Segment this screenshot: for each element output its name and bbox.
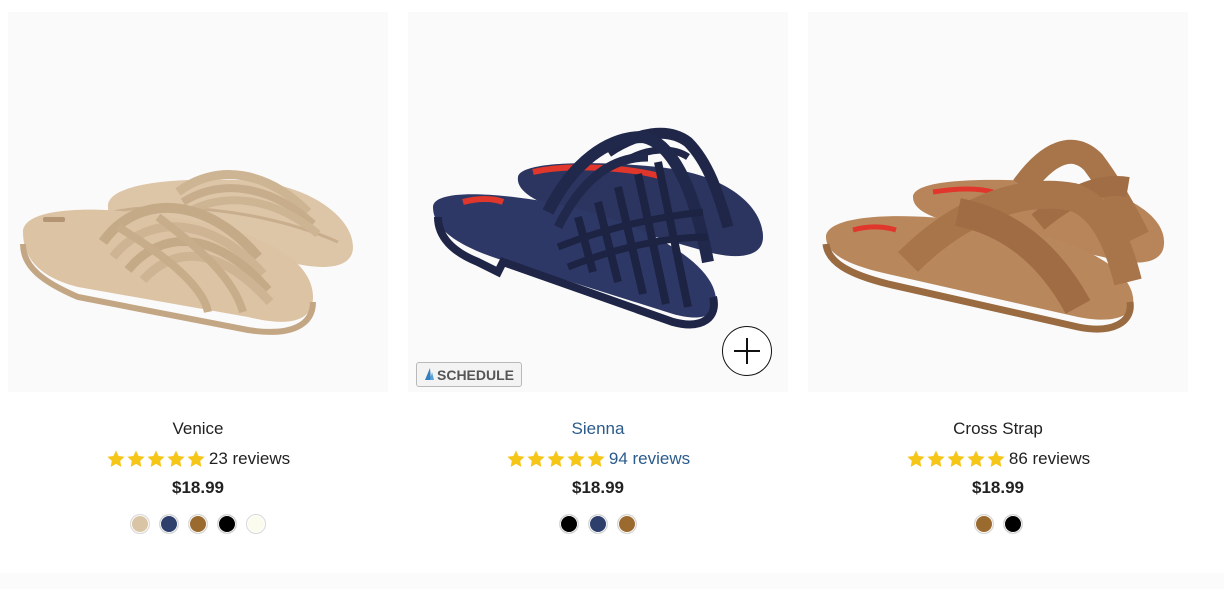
color-swatch-brown[interactable] [188, 514, 208, 534]
star-icon [547, 450, 565, 467]
star-icon [147, 450, 165, 467]
sandal-image [20, 170, 353, 335]
star-icon [527, 450, 545, 467]
sail-icon [425, 367, 434, 380]
color-swatch-black[interactable] [217, 514, 237, 534]
star-icon [947, 450, 965, 467]
color-swatch-beige[interactable] [130, 514, 150, 534]
schedule-button[interactable]: SCHEDULE [416, 362, 523, 387]
star-icon [107, 450, 125, 467]
star-icon [967, 450, 985, 467]
section-divider [0, 573, 1224, 589]
product-image-sienna[interactable]: SCHEDULE [408, 12, 788, 392]
product-name[interactable]: Cross Strap [808, 419, 1188, 439]
star-icon [127, 450, 145, 467]
sandal-image [822, 139, 1165, 333]
rating-stars [506, 449, 606, 469]
color-swatch-brown[interactable] [617, 514, 637, 534]
product-image-venice[interactable] [8, 12, 388, 392]
product-price: $18.99 [572, 478, 624, 497]
color-swatch-cream[interactable] [246, 514, 266, 534]
product-rating[interactable]: 86 reviews [808, 448, 1188, 470]
color-swatches [8, 514, 388, 534]
star-icon [987, 450, 1005, 467]
product-rating[interactable]: 23 reviews [8, 448, 388, 470]
product-grid: Venice 23 reviews $18.99 SCHEDULE Sienna… [8, 12, 1188, 534]
star-icon [567, 450, 585, 467]
reviews-count[interactable]: 94 reviews [609, 449, 690, 469]
product-card-cross-strap: Cross Strap 86 reviews $18.99 [808, 12, 1188, 534]
star-icon [507, 450, 525, 467]
product-rating[interactable]: 94 reviews [408, 448, 788, 470]
reviews-count[interactable]: 86 reviews [1009, 449, 1090, 469]
product-price: $18.99 [172, 478, 224, 497]
product-name[interactable]: Venice [8, 419, 388, 439]
product-card-venice: Venice 23 reviews $18.99 [8, 12, 388, 534]
color-swatch-black[interactable] [1002, 514, 1023, 534]
quick-add-button[interactable] [722, 326, 772, 376]
product-card-sienna: SCHEDULE Sienna 94 reviews $18.99 [408, 12, 788, 534]
rating-stars [906, 449, 1006, 469]
star-icon [167, 450, 185, 467]
star-icon [187, 450, 205, 467]
product-price: $18.99 [972, 478, 1024, 497]
color-swatch-navy[interactable] [588, 514, 608, 534]
star-icon [927, 450, 945, 467]
rating-stars [106, 449, 206, 469]
product-image-cross-strap[interactable] [808, 12, 1188, 392]
color-swatches [808, 514, 1188, 534]
schedule-label: SCHEDULE [437, 366, 515, 383]
color-swatches [408, 514, 788, 534]
star-icon [907, 450, 925, 467]
color-swatch-black[interactable] [559, 514, 579, 534]
star-icon [587, 450, 605, 467]
color-swatch-navy[interactable] [159, 514, 179, 534]
reviews-count[interactable]: 23 reviews [209, 449, 290, 469]
product-name[interactable]: Sienna [408, 419, 788, 439]
color-swatch-brown[interactable] [973, 514, 994, 534]
